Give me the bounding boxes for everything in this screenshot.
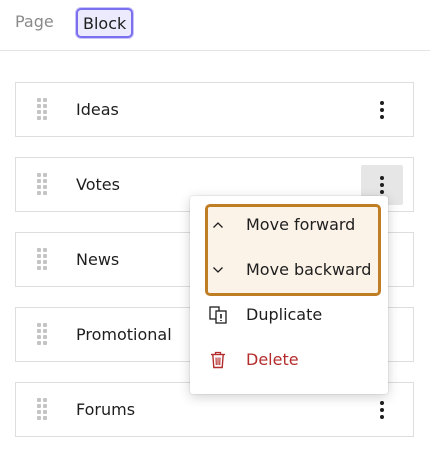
more-options-icon[interactable] xyxy=(361,390,403,430)
block-options-menu: Move forward Move backward Duplicate Del… xyxy=(190,196,388,394)
chevron-up-icon xyxy=(208,205,228,245)
duplicate-menu-item[interactable]: Duplicate xyxy=(208,295,378,335)
block-label: Votes xyxy=(76,175,120,194)
block-row-ideas[interactable]: Ideas xyxy=(15,82,414,137)
drag-handle-icon[interactable] xyxy=(37,398,47,420)
menu-item-label: Duplicate xyxy=(246,305,323,324)
block-label: Forums xyxy=(76,400,136,419)
drag-handle-icon[interactable] xyxy=(37,98,47,120)
menu-item-label: Move forward xyxy=(246,215,356,234)
menu-item-label: Move backward xyxy=(246,260,372,279)
block-label: News xyxy=(76,250,120,269)
block-label: Promotional xyxy=(76,325,172,344)
block-label: Ideas xyxy=(76,100,119,119)
more-options-icon[interactable] xyxy=(361,90,403,130)
drag-handle-icon[interactable] xyxy=(37,173,47,195)
menu-item-label: Delete xyxy=(246,350,299,369)
duplicate-icon xyxy=(208,295,228,335)
trash-icon xyxy=(208,340,228,380)
drag-handle-icon[interactable] xyxy=(37,323,47,345)
chevron-down-icon xyxy=(208,250,228,290)
tab-bar: Page Block xyxy=(0,0,430,51)
tab-block[interactable]: Block xyxy=(76,8,134,38)
tab-page[interactable]: Page xyxy=(15,8,54,38)
move-forward-menu-item[interactable]: Move forward xyxy=(208,205,378,245)
drag-handle-icon[interactable] xyxy=(37,248,47,270)
move-backward-menu-item[interactable]: Move backward xyxy=(208,250,378,290)
delete-menu-item[interactable]: Delete xyxy=(208,340,378,380)
